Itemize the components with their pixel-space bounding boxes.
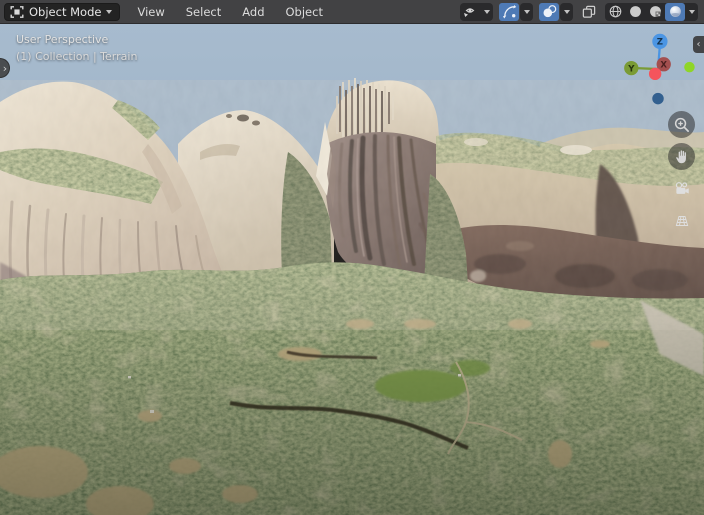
- gizmo-z-label: Z: [657, 38, 663, 48]
- gizmo-y-label: Y: [627, 64, 635, 74]
- zoom-button[interactable]: [668, 111, 695, 138]
- viewport-tools: [668, 111, 695, 234]
- toggle-xray-button[interactable]: [579, 3, 599, 21]
- shading-dropdown[interactable]: [685, 3, 698, 21]
- show-gizmo-button[interactable]: [499, 2, 519, 21]
- rendered-icon: [669, 6, 681, 17]
- gizmo-x-label: X: [660, 61, 667, 71]
- visibility-dropdown[interactable]: [480, 3, 493, 21]
- shading-material-button[interactable]: [645, 3, 665, 21]
- navigation-gizmo[interactable]: X Z Y: [617, 29, 699, 111]
- xray-icon: [582, 5, 596, 18]
- gizmo-icon: [502, 4, 516, 19]
- chevron-down-icon: [523, 9, 530, 14]
- menu-add[interactable]: Add: [240, 3, 266, 21]
- mode-dropdown[interactable]: Object Mode: [4, 2, 121, 21]
- menu-view[interactable]: View: [135, 3, 166, 21]
- gizmo-dropdown[interactable]: [520, 2, 533, 21]
- object-mode-icon: [10, 5, 24, 18]
- pan-hand-icon: [676, 150, 686, 164]
- pan-button[interactable]: [668, 143, 695, 170]
- menu-select[interactable]: Select: [184, 3, 223, 21]
- camera-view-button[interactable]: [668, 175, 695, 202]
- shading-rendered-button[interactable]: [665, 2, 685, 21]
- object-visibility-group: [460, 2, 493, 21]
- solid-icon: [629, 6, 641, 17]
- gizmo-axis-y-neg[interactable]: [684, 61, 695, 73]
- visibility-icon: [464, 7, 475, 17]
- chevron-down-icon: [688, 9, 695, 14]
- 3d-viewport[interactable]: User Perspective (1) Collection | Terrai…: [0, 24, 704, 515]
- menu-bar: View Select Add Object: [135, 3, 325, 21]
- material-preview-icon: [649, 6, 661, 17]
- gizmo-axis-x-pos[interactable]: [648, 67, 662, 81]
- chevron-down-icon: [106, 9, 113, 14]
- chevron-down-icon: [563, 9, 570, 14]
- menu-object[interactable]: Object: [284, 3, 325, 21]
- shading-wireframe-button[interactable]: [605, 3, 625, 21]
- chevron-right-icon: ›: [2, 61, 8, 75]
- viewport-header: Object Mode View Select Add Object: [0, 0, 704, 24]
- wireframe-icon: [609, 5, 621, 18]
- chevron-down-icon: [483, 9, 490, 14]
- camera-view-icon: [675, 181, 689, 194]
- object-visibility-button[interactable]: [460, 3, 480, 21]
- show-overlays-button[interactable]: [539, 2, 559, 21]
- blender-window: Object Mode View Select Add Object User …: [0, 0, 704, 515]
- terrain-render[interactable]: [0, 24, 704, 515]
- zoom-icon: [674, 117, 689, 132]
- orthographic-grid-icon: [675, 215, 688, 226]
- shading-solid-button[interactable]: [625, 3, 645, 21]
- gizmo-axis-z-neg[interactable]: [652, 92, 664, 105]
- shading-mode-group: [605, 2, 698, 21]
- mode-label: Object Mode: [29, 4, 102, 19]
- header-right-controls: [460, 2, 698, 21]
- overlays-dropdown[interactable]: [560, 2, 573, 21]
- overlays-icon: [543, 5, 556, 18]
- orthographic-toggle-button[interactable]: [668, 207, 695, 234]
